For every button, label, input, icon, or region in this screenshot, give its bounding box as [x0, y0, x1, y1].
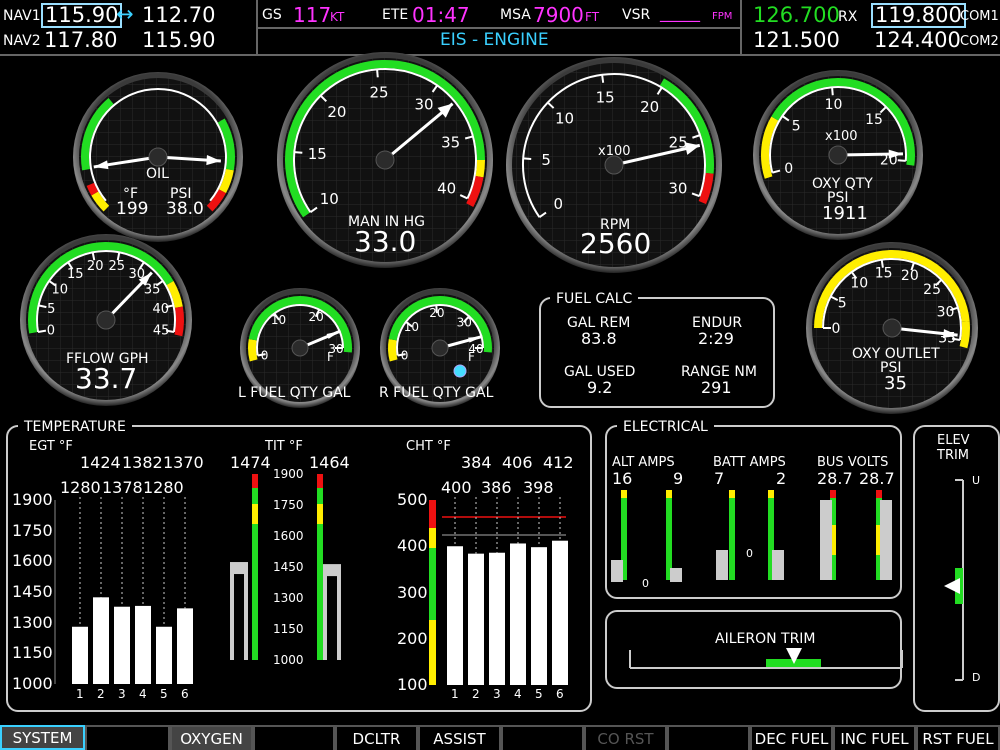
elev-trim-panel: [913, 425, 1000, 712]
softkey-co-rst[interactable]: CO RST: [584, 725, 667, 750]
softkey-assist[interactable]: ASSIST: [418, 725, 501, 750]
softkey-rst-fuel[interactable]: RST FUEL: [916, 725, 1000, 750]
aileron-trim-scale: [629, 648, 903, 669]
softkey-dcltr[interactable]: DCLTR: [335, 725, 418, 750]
elev-trim-title-2: TRIM: [937, 448, 970, 463]
softkey-inc-fuel[interactable]: INC FUEL: [833, 725, 916, 750]
softkey-dec-fuel[interactable]: DEC FUEL: [750, 725, 833, 750]
elev-trim-down-label: D: [972, 671, 981, 684]
trim-indicators: [629, 479, 964, 681]
softkey-oxygen[interactable]: OXYGEN: [170, 725, 253, 750]
softkey-blank-1[interactable]: [85, 725, 170, 750]
softkey-system[interactable]: SYSTEM: [0, 725, 85, 750]
softkey-blank-3[interactable]: [501, 725, 584, 750]
softkey-blank-2[interactable]: [253, 725, 335, 750]
softkey-blank-4[interactable]: [667, 725, 750, 750]
elev-trim-up-label: U: [972, 474, 981, 487]
elev-trim-title-1: ELEV: [937, 433, 970, 448]
